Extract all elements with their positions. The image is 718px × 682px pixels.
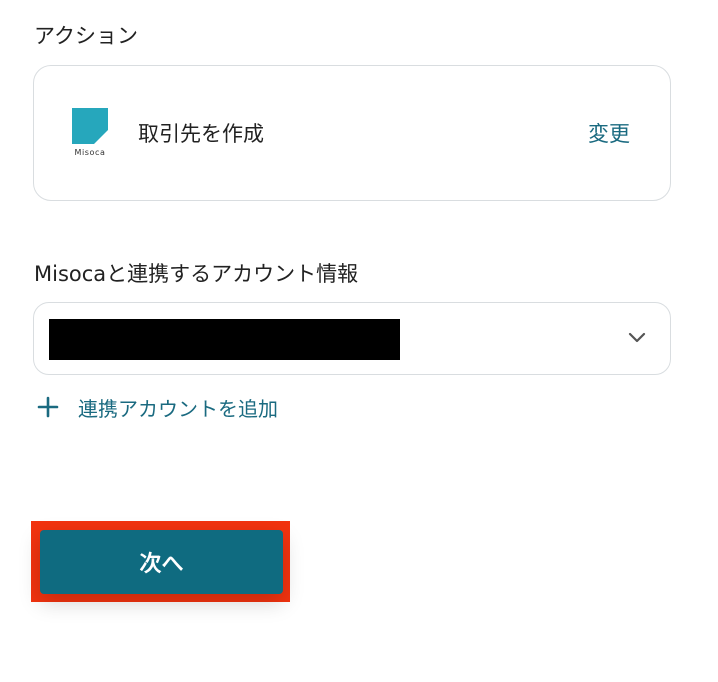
misoca-logo-text: Misoca (74, 148, 106, 157)
redacted-account-value (49, 319, 400, 360)
add-account-label: 連携アカウントを追加 (78, 396, 278, 421)
misoca-logo: Misoca (70, 108, 110, 160)
chevron-down-icon (628, 332, 646, 343)
plus-icon (37, 396, 59, 418)
account-select[interactable] (33, 302, 671, 375)
change-action-link[interactable]: 変更 (588, 118, 630, 148)
next-button[interactable]: 次へ (40, 530, 283, 594)
add-account-button[interactable]: 連携アカウントを追加 (37, 392, 278, 422)
action-card: Misoca 取引先を作成 変更 (33, 65, 671, 201)
misoca-logo-icon (72, 108, 108, 144)
account-section-title: Misocaと連携するアカウント情報 (34, 262, 359, 286)
action-name: 取引先を作成 (138, 122, 264, 146)
page: アクション Misoca 取引先を作成 変更 Misocaと連携するアカウント情… (0, 0, 718, 682)
action-section-title: アクション (34, 24, 138, 48)
